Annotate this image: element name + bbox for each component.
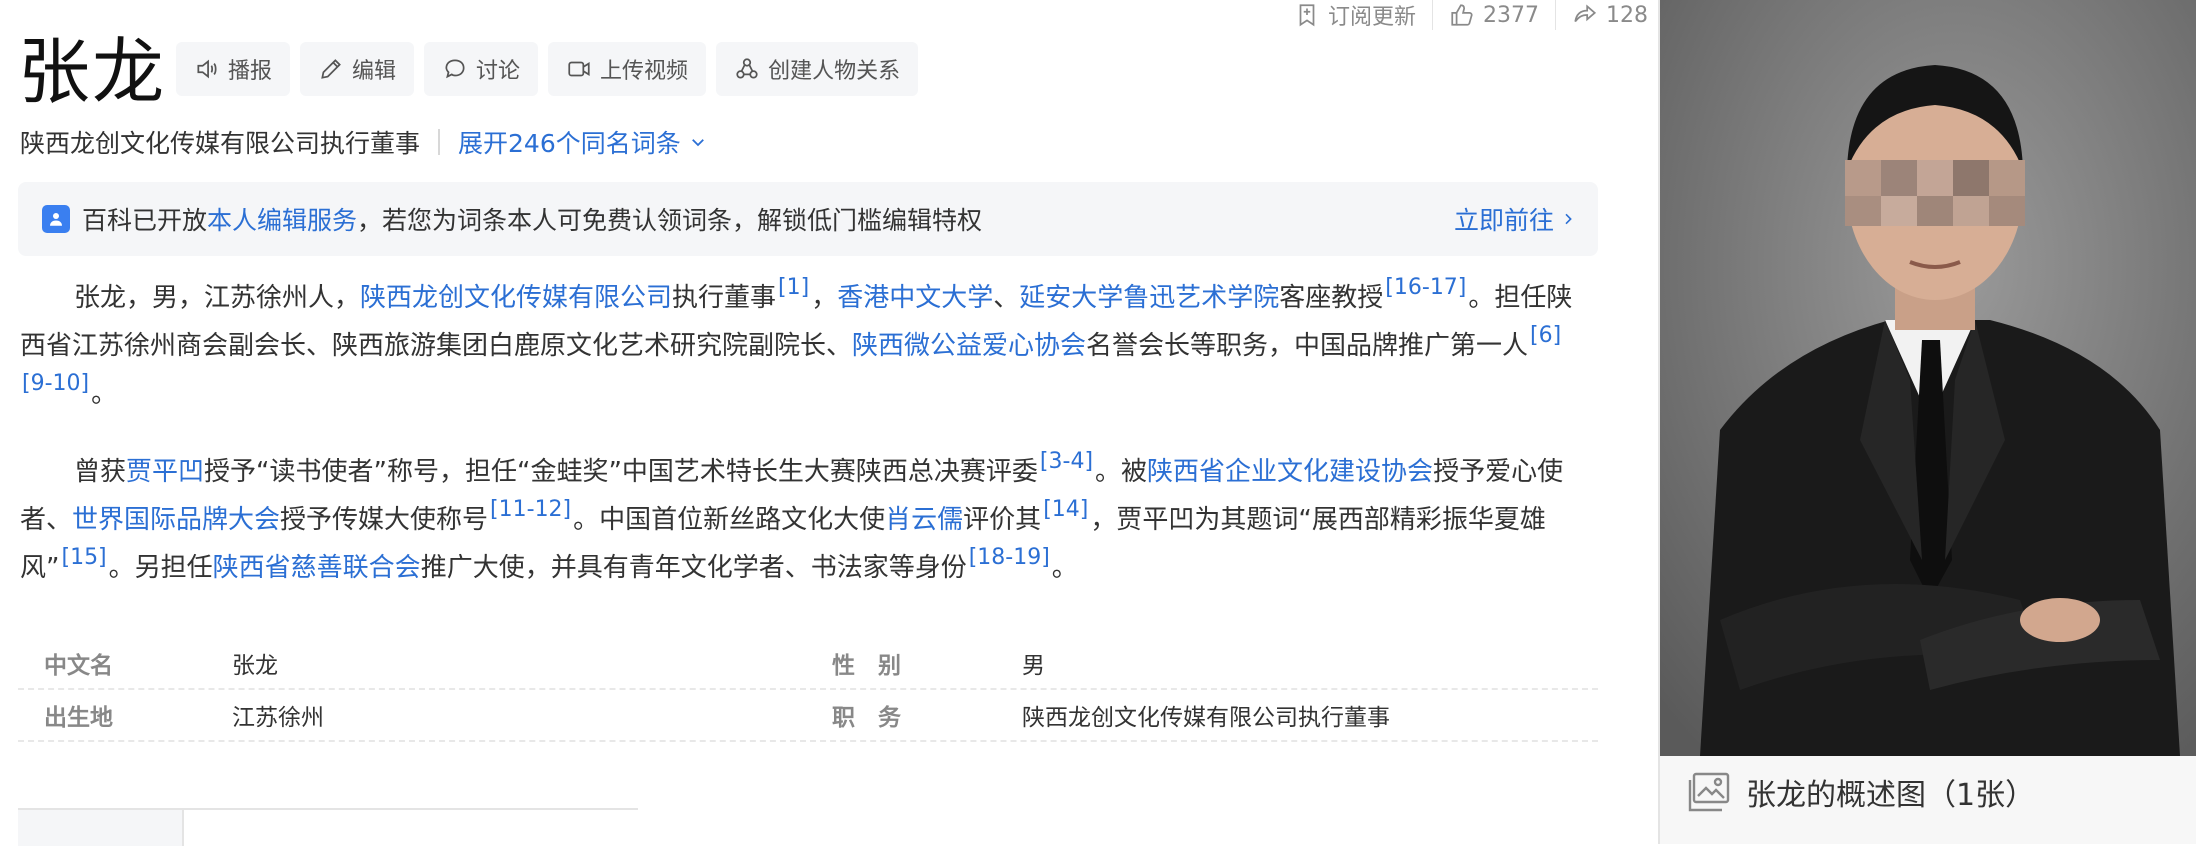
basic-info-table: 中文名 张龙 性 别 男 出生地 江苏徐州 职 务 陕西龙创文化传媒有限公司执行… [18, 638, 1598, 742]
broadcast-button[interactable]: 播报 [176, 42, 291, 96]
title-toolbar: 播报 编辑 讨论 上传视频 创建人物关系 [176, 42, 919, 96]
page-title: 张龙 [18, 30, 167, 114]
like-count: 2377 [1483, 2, 1540, 28]
link-jia-pingwa[interactable]: 贾平凹 [126, 457, 204, 487]
info-label: 出生地 [44, 705, 113, 731]
info-value: 男 [1022, 653, 1045, 679]
text: 。 [91, 379, 118, 409]
share-button[interactable]: 128 [1556, 2, 1664, 28]
link-xiao-yunru[interactable]: 肖云儒 [885, 505, 963, 535]
text: 评价其 [963, 505, 1042, 535]
share-icon [1574, 4, 1597, 23]
text: 推广大使，并具有青年文化学者、书法家等身份 [420, 553, 967, 583]
reference-link[interactable]: [16-17] [1385, 275, 1466, 300]
expand-homonyms-link[interactable]: 展开246个同名词条 [458, 124, 707, 160]
subscribe-button[interactable]: 订阅更新 [1278, 0, 1432, 31]
top-action-bar: 订阅更新 2377 128 [1278, 0, 1664, 30]
summary-paragraph-2: 曾获贾平凹授予“读书使者”称号，担任“金蛙奖”中国艺术特长生大赛陕西总决赛评委[… [20, 448, 1590, 592]
text: 。被 [1095, 457, 1148, 487]
claim-notice-bar: 百科已开放 本人编辑服务 ，若您为词条本人可免费认领词条，解锁低门槛编辑特权 立… [18, 182, 1598, 256]
portrait-photo[interactable] [1660, 0, 2196, 756]
text: 曾获 [74, 457, 127, 487]
bookmark-icon [1299, 4, 1315, 27]
chat-bubble-icon [445, 59, 465, 79]
link-charity-association[interactable]: 陕西微公益爱心协会 [852, 331, 1086, 361]
expand-homonyms-label: 展开246个同名词条 [458, 129, 681, 158]
create-relation-label: 创建人物关系 [768, 59, 901, 84]
info-value: 江苏徐州 [232, 705, 324, 731]
edit-button[interactable]: 编辑 [300, 42, 415, 96]
text: 授予“读书使者”称号，担任“金蛙奖”中国艺术特长生大赛陕西总决赛评委 [204, 457, 1038, 487]
caption-label: 张龙的概述图（1张） [1746, 778, 2036, 813]
text: 张龙，男，江苏徐州人， [74, 283, 361, 313]
reference-link[interactable]: [11-12] [490, 497, 571, 522]
subtitle-row: 陕西龙创文化传媒有限公司执行董事 展开246个同名词条 [20, 124, 707, 160]
relation-network-icon [736, 58, 758, 79]
speaker-icon [197, 59, 217, 79]
subtitle-description: 陕西龙创文化传媒有限公司执行董事 [20, 129, 421, 158]
pencil-icon [321, 59, 341, 79]
text: 客座教授 [1279, 283, 1384, 313]
like-button[interactable]: 2377 [1433, 2, 1555, 28]
video-camera-icon [568, 61, 590, 77]
catalog-tab[interactable] [18, 810, 184, 846]
link-luxun-academy[interactable]: 延安大学鲁迅艺术学院 [1019, 283, 1279, 313]
link-charity-federation[interactable]: 陕西省慈善联合会 [213, 553, 421, 583]
summary-paragraph-1: 张龙，男，江苏徐州人，陕西龙创文化传媒有限公司执行董事[1]，香港中文大学、延安… [20, 274, 1590, 418]
info-value: 陕西龙创文化传媒有限公司执行董事 [1022, 705, 1390, 731]
notice-text-after: ，若您为词条本人可免费认领词条，解锁低门槛编辑特权 [357, 206, 983, 235]
upload-video-label: 上传视频 [600, 59, 689, 84]
link-cuhk[interactable]: 香港中文大学 [837, 283, 993, 313]
chevron-right-icon [1565, 213, 1572, 225]
mosaic-blur [1845, 160, 2025, 226]
reference-link[interactable]: [6] [1530, 323, 1561, 348]
edit-label: 编辑 [352, 59, 397, 84]
reference-link[interactable]: [14] [1043, 497, 1088, 522]
notice-text-before: 百科已开放 [82, 206, 208, 235]
chevron-down-icon [691, 139, 704, 147]
self-edit-service-link[interactable]: 本人编辑服务 [207, 201, 357, 237]
text: ， [811, 283, 838, 313]
info-value: 张龙 [232, 653, 278, 679]
table-row: 出生地 江苏徐州 职 务 陕西龙创文化传媒有限公司执行董事 [18, 690, 1598, 742]
reference-link[interactable]: [3-4] [1040, 449, 1093, 474]
broadcast-label: 播报 [228, 59, 273, 84]
info-label: 职 务 [832, 705, 901, 731]
go-now-link[interactable]: 立即前往 [1454, 201, 1576, 237]
go-now-label: 立即前往 [1453, 206, 1554, 235]
image-caption[interactable]: 张龙的概述图（1张） [1686, 770, 2035, 814]
catalog-tabs [18, 808, 638, 846]
link-enterprise-culture-association[interactable]: 陕西省企业文化建设协会 [1147, 457, 1433, 487]
image-gallery-icon [1688, 772, 1730, 812]
text: 执行董事 [672, 283, 777, 313]
discuss-button[interactable]: 讨论 [424, 42, 539, 96]
table-row: 中文名 张龙 性 别 男 [18, 638, 1598, 690]
discuss-label: 讨论 [476, 59, 521, 84]
text: 。 [1051, 553, 1078, 583]
upload-video-button[interactable]: 上传视频 [548, 42, 707, 96]
text: 名誉会长等职务，中国品牌推广第一人 [1086, 331, 1529, 361]
thumbs-up-icon [1451, 4, 1473, 26]
summary-image-panel: 张龙的概述图（1张） [1658, 0, 2196, 844]
link-world-brand-conference[interactable]: 世界国际品牌大会 [72, 505, 280, 535]
reference-link[interactable]: [18-19] [969, 545, 1050, 570]
portrait-illustration [1660, 0, 2196, 756]
info-label: 性 别 [832, 653, 901, 679]
share-count: 128 [1606, 2, 1649, 28]
divider [438, 129, 441, 155]
text: 。中国首位新丝路文化大使 [573, 505, 886, 535]
info-label: 中文名 [44, 653, 113, 679]
subscribe-label: 订阅更新 [1328, 5, 1417, 30]
reference-link[interactable]: [15] [61, 545, 106, 570]
user-badge-icon [42, 205, 70, 233]
create-relation-button[interactable]: 创建人物关系 [716, 42, 919, 96]
text: 。另担任 [108, 553, 213, 583]
link-company[interactable]: 陕西龙创文化传媒有限公司 [360, 283, 672, 313]
text: 授予传媒大使称号 [280, 505, 489, 535]
text: 、 [993, 283, 1020, 313]
reference-link[interactable]: [9-10] [22, 371, 89, 396]
reference-link[interactable]: [1] [778, 275, 809, 300]
